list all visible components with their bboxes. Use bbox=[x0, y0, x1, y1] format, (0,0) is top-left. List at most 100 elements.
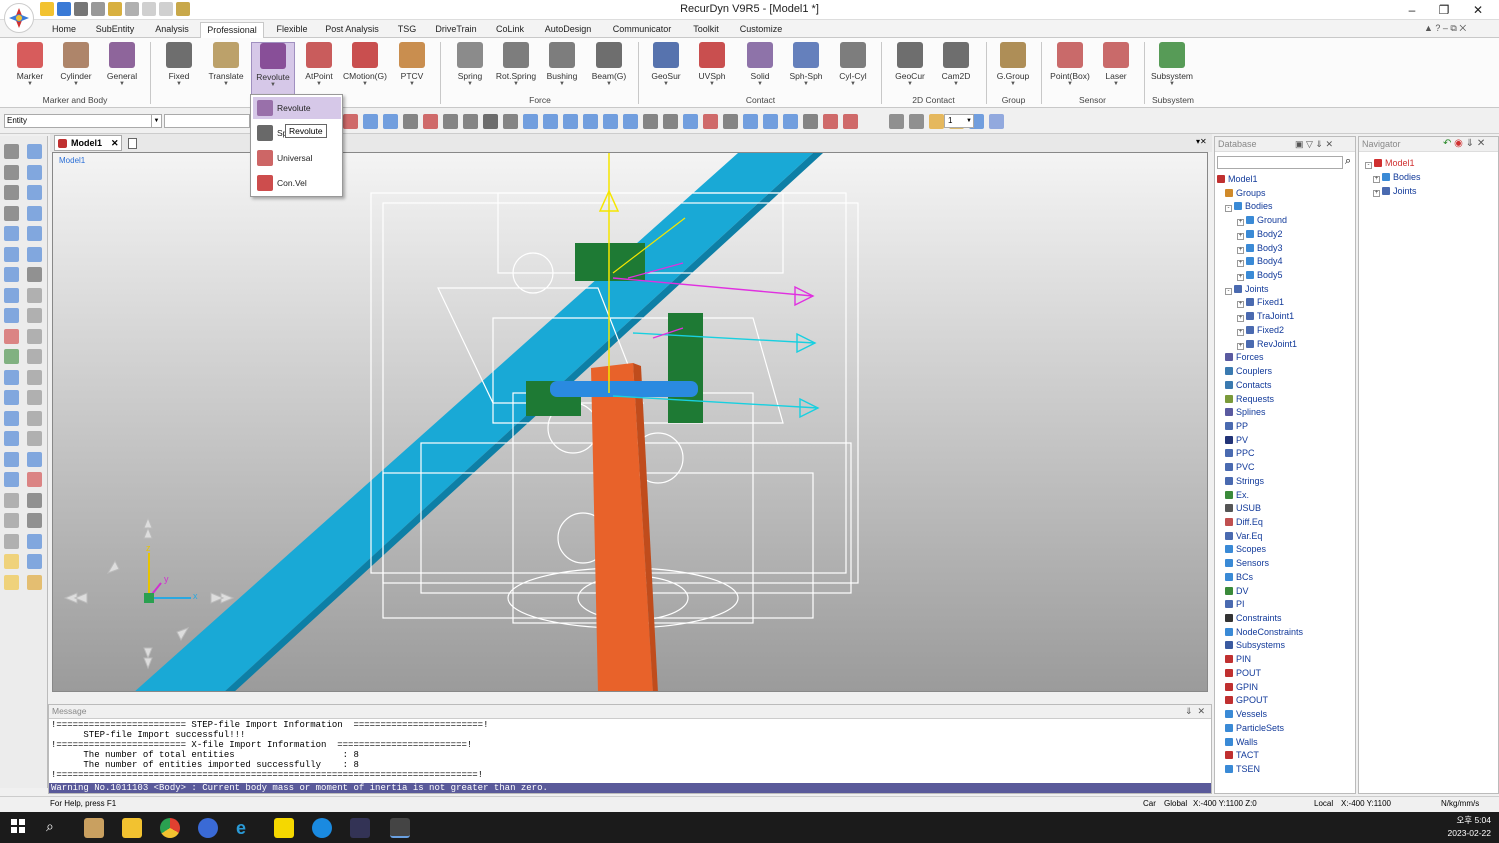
expand-icon[interactable]: + bbox=[1373, 176, 1380, 183]
left-tool-icon[interactable] bbox=[4, 308, 19, 323]
view-tool-icon[interactable] bbox=[423, 114, 438, 129]
view-tool-icon[interactable] bbox=[563, 114, 578, 129]
tree-item-pv[interactable]: PV bbox=[1225, 434, 1248, 446]
left-tool-icon[interactable] bbox=[4, 267, 19, 282]
subsystem-button[interactable]: Subsystem ▼ bbox=[1150, 42, 1194, 88]
view-tool-icon[interactable] bbox=[383, 114, 398, 129]
tree-item-model1[interactable]: Model1 bbox=[1217, 173, 1258, 185]
3d-viewport[interactable]: Model1 z y x bbox=[52, 152, 1208, 692]
view-tool-icon[interactable] bbox=[889, 114, 904, 129]
redo-icon[interactable] bbox=[142, 2, 156, 16]
tab-flexible[interactable]: Flexible bbox=[270, 22, 314, 38]
view-tool-icon[interactable] bbox=[343, 114, 358, 129]
tree-item-gpout[interactable]: GPOUT bbox=[1225, 694, 1268, 706]
view-tool-icon[interactable] bbox=[763, 114, 778, 129]
tab-tsg[interactable]: TSG bbox=[392, 22, 422, 38]
recurdyn-taskbar-icon[interactable] bbox=[390, 818, 410, 838]
view-tool-icon[interactable] bbox=[989, 114, 1004, 129]
view-tool-icon[interactable] bbox=[843, 114, 858, 129]
bushing-button[interactable]: Bushing ▼ bbox=[540, 42, 584, 88]
tab-customize[interactable]: Customize bbox=[732, 22, 790, 38]
left-tool-icon[interactable] bbox=[27, 574, 42, 590]
expand-icon[interactable]: + bbox=[1237, 342, 1244, 350]
view-tool-icon[interactable] bbox=[603, 114, 618, 129]
edge-icon[interactable] bbox=[312, 818, 332, 838]
tree-item-joints[interactable]: - Joints bbox=[1225, 283, 1269, 295]
tree-item-walls[interactable]: Walls bbox=[1225, 736, 1258, 748]
tab-toolkit[interactable]: Toolkit bbox=[686, 22, 726, 38]
tab-drivetrain[interactable]: DriveTrain bbox=[430, 22, 482, 38]
left-tool-icon[interactable] bbox=[4, 574, 19, 590]
view-tool-icon[interactable] bbox=[929, 114, 944, 129]
atpoint-button[interactable]: AtPoint ▼ bbox=[297, 42, 341, 88]
left-tool-icon[interactable] bbox=[4, 328, 19, 344]
left-tool-icon[interactable] bbox=[27, 369, 42, 385]
view-tool-icon[interactable] bbox=[543, 114, 558, 129]
left-tool-icon[interactable] bbox=[27, 431, 42, 446]
tree-item-usub[interactable]: USUB bbox=[1225, 502, 1261, 514]
menu-item-universal[interactable]: Universal bbox=[253, 147, 341, 169]
tree-item-ground[interactable]: + Ground bbox=[1237, 214, 1287, 227]
menu-item-con-vel[interactable]: Con.Vel bbox=[253, 172, 341, 194]
browser-icon[interactable] bbox=[198, 818, 218, 838]
tree-item-dv[interactable]: DV bbox=[1225, 585, 1249, 597]
left-tool-icon[interactable] bbox=[4, 349, 19, 364]
tree-item-ppc[interactable]: PPC bbox=[1225, 447, 1255, 459]
left-tool-icon[interactable] bbox=[4, 226, 19, 241]
tree-item-splines[interactable]: Splines bbox=[1225, 406, 1266, 418]
expand-icon[interactable]: + bbox=[1237, 232, 1244, 240]
app-logo-icon[interactable] bbox=[4, 3, 34, 33]
geosur-button[interactable]: GeoSur ▼ bbox=[644, 42, 688, 88]
entity-filter-input[interactable] bbox=[164, 114, 250, 128]
entity-selector[interactable]: Entity ▼ bbox=[4, 114, 162, 128]
tree-item-joints[interactable]: + Joints bbox=[1373, 185, 1417, 197]
search-icon[interactable]: ⌕ bbox=[46, 818, 66, 838]
chrome-icon[interactable] bbox=[160, 818, 180, 838]
cmotion-g-button[interactable]: CMotion(G) ▼ bbox=[343, 42, 387, 88]
tab-home[interactable]: Home bbox=[50, 22, 78, 38]
view-tool-icon[interactable] bbox=[723, 114, 738, 129]
tree-item-fixed2[interactable]: + Fixed2 bbox=[1237, 324, 1284, 336]
left-tool-icon[interactable] bbox=[27, 328, 42, 344]
left-tool-icon[interactable] bbox=[4, 185, 19, 200]
tree-item-diff-eq[interactable]: Diff.Eq bbox=[1225, 516, 1263, 528]
chevron-down-icon[interactable]: ▼ bbox=[966, 115, 972, 127]
left-tool-icon[interactable] bbox=[27, 533, 42, 549]
left-tool-icon[interactable] bbox=[4, 533, 19, 549]
left-tool-icon[interactable] bbox=[4, 390, 19, 405]
ribbon-right-controls[interactable]: ▲ ? – ⧉ ✕ bbox=[1424, 23, 1466, 34]
rot-spring-button[interactable]: Rot.Spring ▼ bbox=[494, 42, 538, 88]
point-box-button[interactable]: Point(Box) ▼ bbox=[1048, 42, 1092, 88]
collapse-icon[interactable]: - bbox=[1365, 162, 1372, 169]
left-tool-icon[interactable] bbox=[27, 349, 42, 364]
database-search-input[interactable] bbox=[1217, 156, 1343, 169]
new-document-icon[interactable] bbox=[128, 138, 137, 149]
view-tool-icon[interactable] bbox=[623, 114, 638, 129]
expand-icon[interactable]: + bbox=[1237, 260, 1244, 268]
cyl-cyl-button[interactable]: Cyl-Cyl ▼ bbox=[831, 42, 875, 88]
left-tool-icon[interactable] bbox=[27, 308, 42, 323]
uvsph-button[interactable]: UVSph ▼ bbox=[690, 42, 734, 88]
tree-item-strings[interactable]: Strings bbox=[1225, 475, 1264, 487]
view-tool-icon[interactable] bbox=[703, 114, 718, 129]
left-tool-icon[interactable] bbox=[27, 492, 42, 508]
spring-button[interactable]: Spring ▼ bbox=[448, 42, 492, 88]
left-tool-icon[interactable] bbox=[27, 144, 42, 159]
tree-item-bodies[interactable]: - Bodies bbox=[1225, 200, 1273, 213]
view-tool-icon[interactable] bbox=[683, 114, 698, 129]
tree-item-subsystems[interactable]: Subsystems bbox=[1225, 639, 1285, 651]
expand-icon[interactable]: + bbox=[1237, 328, 1244, 336]
tree-item-fixed1[interactable]: + Fixed1 bbox=[1237, 296, 1284, 309]
sph-sph-button[interactable]: Sph-Sph ▼ bbox=[784, 42, 828, 88]
tab-communicator[interactable]: Communicator bbox=[606, 22, 678, 38]
tree-item-couplers[interactable]: Couplers bbox=[1225, 365, 1272, 377]
save-icon[interactable] bbox=[74, 2, 88, 16]
left-tool-icon[interactable] bbox=[27, 246, 42, 262]
expand-icon[interactable]: + bbox=[1237, 315, 1244, 323]
close-button[interactable]: ✕ bbox=[1470, 2, 1486, 18]
left-tool-icon[interactable] bbox=[4, 472, 19, 487]
cam2d-button[interactable]: Cam2D ▼ bbox=[934, 42, 978, 88]
left-tool-icon[interactable] bbox=[27, 410, 42, 426]
tab-autodesign[interactable]: AutoDesign bbox=[538, 22, 598, 38]
marker-button[interactable]: Marker ▼ bbox=[8, 42, 52, 88]
